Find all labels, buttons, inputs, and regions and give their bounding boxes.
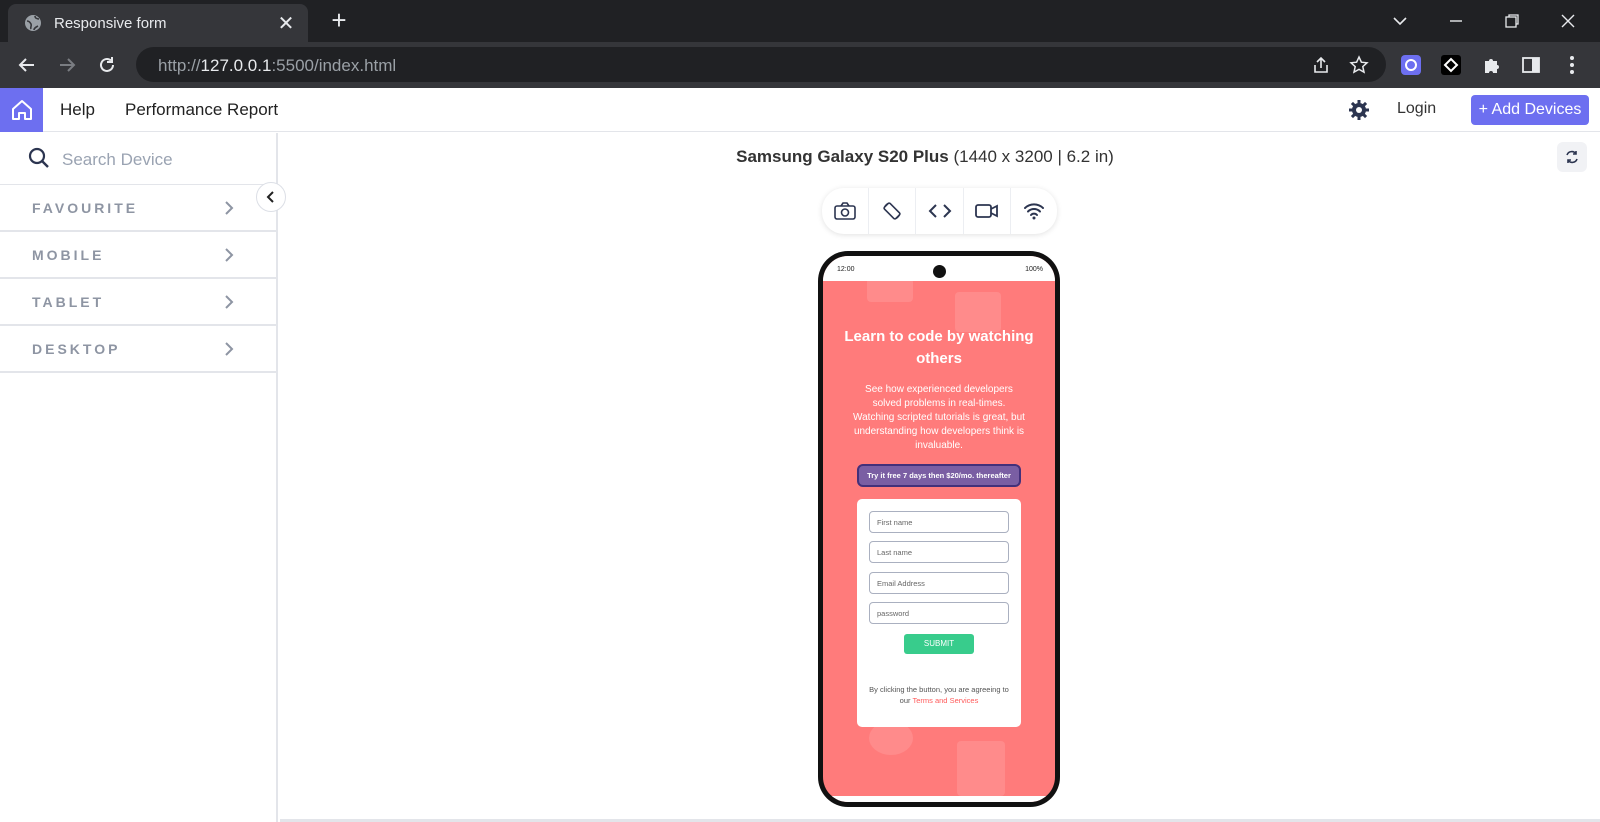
close-window-icon[interactable] [1540, 0, 1596, 42]
phone-frame: 12:00 100% Learn to code by watching oth… [818, 251, 1060, 807]
phone-status-bar: 12:00 100% [823, 256, 1055, 281]
browser-tab[interactable]: Responsive form ✕ [8, 4, 308, 42]
try-free-banner[interactable]: Try it free 7 days then $20/mo. thereaft… [857, 464, 1021, 487]
phone-screen: 12:00 100% Learn to code by watching oth… [823, 256, 1055, 802]
category-desktop[interactable]: DESKTOP [0, 326, 276, 373]
back-icon[interactable] [13, 51, 41, 79]
category-label: DESKTOP [32, 341, 121, 357]
record-video-button[interactable] [964, 188, 1011, 234]
background-decoration [957, 741, 1005, 796]
chevron-right-icon [224, 341, 234, 362]
device-name: Samsung Galaxy S20 Plus [736, 147, 949, 166]
device-specs: (1440 x 3200 | 6.2 in) [953, 147, 1114, 166]
submit-button[interactable]: SUBMIT [904, 634, 974, 654]
new-tab-button[interactable]: + [326, 7, 352, 34]
form-description: See how experienced developers solved pr… [853, 384, 1025, 451]
chevron-right-icon [224, 294, 234, 315]
search-placeholder: Search Device [62, 150, 173, 169]
network-throttle-button[interactable] [1011, 188, 1057, 234]
nav-performance-report[interactable]: Performance Report [125, 100, 278, 120]
refresh-button[interactable] [1557, 142, 1587, 172]
forward-icon[interactable] [53, 51, 81, 79]
first-name-field[interactable]: First name [869, 511, 1009, 533]
refresh-icon [1566, 150, 1578, 164]
url-text: http://127.0.0.1:5500/index.html [158, 56, 397, 75]
share-icon[interactable] [1310, 54, 1332, 76]
device-title: Samsung Galaxy S20 Plus (1440 x 3200 | 6… [280, 147, 1570, 167]
extensions-puzzle-icon[interactable] [1480, 53, 1504, 77]
device-control-bar [822, 188, 1057, 234]
form-headline: Learn to code by watching others [844, 328, 1034, 367]
device-sidebar: Search Device FAVOURITE MOBILE TABLET DE… [0, 133, 278, 822]
category-label: MOBILE [32, 247, 105, 263]
signup-form: First name Last name Email Address passw… [857, 499, 1021, 727]
home-button[interactable] [0, 88, 43, 132]
email-field[interactable]: Email Address [869, 572, 1009, 594]
reload-icon[interactable] [93, 51, 121, 79]
side-panel-icon[interactable] [1519, 53, 1543, 77]
chevron-left-icon [266, 191, 274, 203]
category-label: TABLET [32, 294, 105, 310]
home-icon [11, 100, 32, 120]
status-time: 12:00 [837, 266, 855, 273]
browser-tab-bar: Responsive form ✕ + [0, 0, 1600, 42]
browser-toolbar: http://127.0.0.1:5500/index.html [0, 42, 1600, 88]
extension-dark-icon[interactable] [1439, 53, 1463, 77]
screen-bottom-bar [823, 796, 1055, 802]
category-label: FAVOURITE [32, 200, 139, 216]
terms-text: By clicking the button, you are agreeing… [869, 685, 1009, 705]
category-favourite[interactable]: FAVOURITE [0, 185, 276, 232]
category-mobile[interactable]: MOBILE [0, 232, 276, 279]
background-decoration [867, 278, 913, 302]
minimize-icon[interactable] [1428, 0, 1484, 42]
front-camera [933, 265, 946, 278]
chevron-right-icon [224, 247, 234, 268]
devtools-button[interactable] [916, 188, 964, 234]
nav-help[interactable]: Help [60, 100, 95, 120]
collapse-sidebar-button[interactable] [256, 182, 286, 212]
search-device-field[interactable]: Search Device [0, 133, 276, 185]
camera-icon [834, 202, 856, 220]
category-tablet[interactable]: TABLET [0, 279, 276, 326]
close-tab-icon[interactable]: ✕ [276, 11, 296, 36]
chevron-right-icon [224, 200, 234, 221]
terms-link[interactable]: Terms and Services [912, 696, 978, 705]
last-name-field[interactable]: Last name [869, 541, 1009, 563]
globe-icon [24, 14, 42, 32]
bookmark-star-icon[interactable] [1348, 54, 1370, 76]
tab-title: Responsive form [54, 14, 167, 32]
screenshot-button[interactable] [822, 188, 870, 234]
tab-search-icon[interactable] [1372, 0, 1428, 42]
search-icon [28, 147, 50, 174]
restore-icon[interactable] [1484, 0, 1540, 42]
extension-blue-icon[interactable] [1399, 53, 1423, 77]
add-devices-button[interactable]: + Add Devices [1471, 95, 1589, 125]
browser-menu-icon[interactable] [1560, 53, 1584, 77]
login-link[interactable]: Login [1397, 100, 1436, 118]
code-icon [928, 204, 951, 218]
video-icon [974, 204, 998, 218]
settings-gear-icon[interactable] [1347, 98, 1371, 122]
password-field[interactable]: password [869, 602, 1009, 624]
status-battery: 100% [1025, 266, 1043, 273]
wifi-icon [1023, 203, 1044, 220]
address-bar[interactable]: http://127.0.0.1:5500/index.html [136, 47, 1386, 82]
rotate-icon [883, 202, 901, 220]
app-header: Help Performance Report Login + Add Devi… [0, 88, 1600, 132]
rotate-button[interactable] [869, 188, 917, 234]
